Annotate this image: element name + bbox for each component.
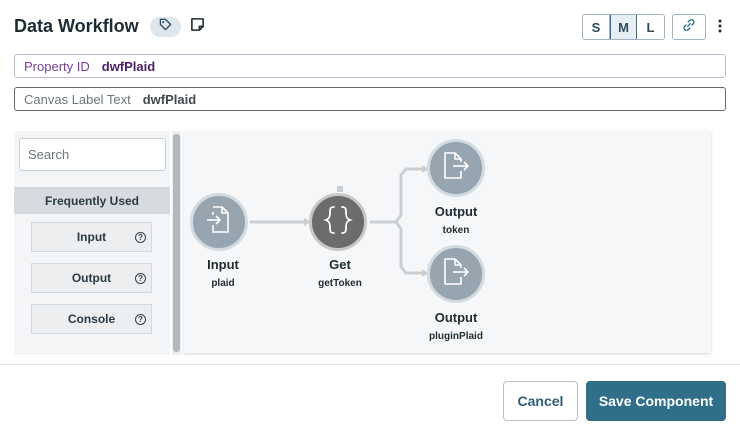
palette-item-output[interactable]: Output ? bbox=[31, 263, 152, 293]
note-icon bbox=[190, 17, 205, 37]
canvas-label-field[interactable]: Canvas Label Text dwfPlaid bbox=[14, 87, 726, 111]
size-medium-button[interactable]: M bbox=[610, 15, 637, 39]
node-output-token-sub: token bbox=[442, 225, 470, 236]
node-get-sub: getToken bbox=[318, 278, 362, 289]
canvas-label-label: Canvas Label Text bbox=[24, 91, 131, 107]
node-output-plugin[interactable] bbox=[427, 245, 485, 303]
node-output-plugin-sub: pluginPlaid bbox=[429, 331, 483, 342]
palette-item-label: Input bbox=[76, 230, 107, 244]
property-id-value: dwfPlaid bbox=[101, 58, 156, 74]
category-frequently-used[interactable]: Frequently Used bbox=[14, 187, 170, 214]
node-output-token[interactable] bbox=[427, 139, 485, 197]
scrollbar-thumb[interactable] bbox=[173, 134, 180, 352]
cancel-button[interactable]: Cancel bbox=[503, 381, 578, 421]
kebab-menu-icon bbox=[718, 19, 722, 38]
node-input-sub: plaid bbox=[211, 278, 235, 289]
help-icon[interactable]: ? bbox=[135, 273, 146, 284]
palette-search-input[interactable] bbox=[19, 138, 166, 171]
size-small-button[interactable]: S bbox=[583, 15, 610, 39]
link-icon bbox=[682, 18, 696, 37]
size-toggle-group: S M L bbox=[582, 14, 665, 40]
curly-braces-icon bbox=[323, 204, 353, 241]
size-large-button[interactable]: L bbox=[637, 15, 664, 39]
footer-divider bbox=[0, 364, 740, 365]
more-options-button[interactable] bbox=[714, 18, 726, 38]
property-id-label: Property ID bbox=[24, 58, 90, 74]
palette-item-label: Output bbox=[71, 271, 112, 285]
palette-scrollbar[interactable] bbox=[172, 131, 181, 355]
palette-item-label: Console bbox=[67, 312, 116, 326]
node-output-token-title: Output bbox=[434, 204, 478, 219]
property-id-field[interactable]: Property ID dwfPlaid bbox=[14, 54, 726, 78]
node-output-plugin-title: Output bbox=[434, 310, 478, 325]
node-get-title: Get bbox=[329, 257, 351, 272]
header: Data Workflow S M L bbox=[14, 12, 726, 42]
tag-button[interactable] bbox=[150, 17, 181, 37]
page-title: Data Workflow bbox=[14, 16, 139, 36]
node-input-title: Input bbox=[207, 257, 239, 272]
tag-icon bbox=[159, 18, 172, 36]
note-button[interactable] bbox=[188, 18, 206, 36]
help-icon[interactable]: ? bbox=[135, 232, 146, 243]
palette-item-input[interactable]: Input ? bbox=[31, 222, 152, 252]
node-palette: Frequently Used Input ? Output ? Console… bbox=[14, 131, 170, 355]
output-file-icon bbox=[441, 256, 471, 293]
node-input[interactable] bbox=[190, 193, 248, 251]
link-button[interactable] bbox=[672, 14, 706, 40]
save-component-button[interactable]: Save Component bbox=[586, 381, 726, 421]
workflow-canvas[interactable]: Input plaid Get getToken Output token Ou… bbox=[184, 131, 711, 353]
input-file-icon bbox=[204, 204, 234, 241]
help-icon[interactable]: ? bbox=[135, 314, 146, 325]
connector-port bbox=[337, 186, 343, 192]
canvas-label-value: dwfPlaid bbox=[142, 91, 197, 107]
output-file-icon bbox=[441, 150, 471, 187]
palette-item-console[interactable]: Console ? bbox=[31, 304, 152, 334]
node-get[interactable] bbox=[309, 193, 367, 251]
